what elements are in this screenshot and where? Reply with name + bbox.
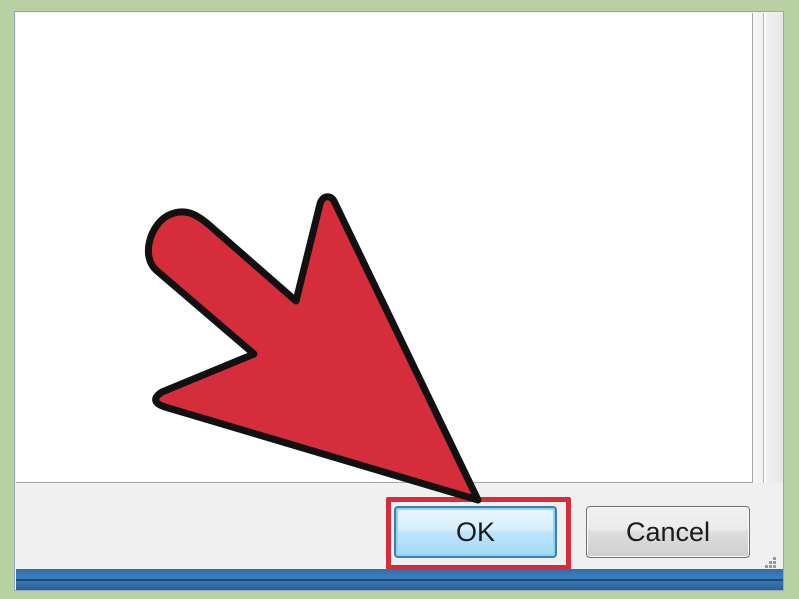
cancel-button-label: Cancel — [625, 516, 711, 547]
frame-edge — [16, 579, 783, 581]
border-highlight — [765, 13, 766, 483]
dialog-window: OK Cancel — [14, 11, 784, 591]
window-bottom-frame — [16, 569, 783, 590]
ok-button-label: OK — [455, 516, 495, 547]
border-line — [763, 13, 764, 483]
dialog-button-row: OK Cancel — [15, 483, 783, 570]
ok-button[interactable]: OK — [394, 506, 557, 558]
cancel-button[interactable]: Cancel — [586, 506, 750, 558]
window-right-border — [753, 13, 783, 483]
dialog-content-area — [16, 13, 753, 483]
